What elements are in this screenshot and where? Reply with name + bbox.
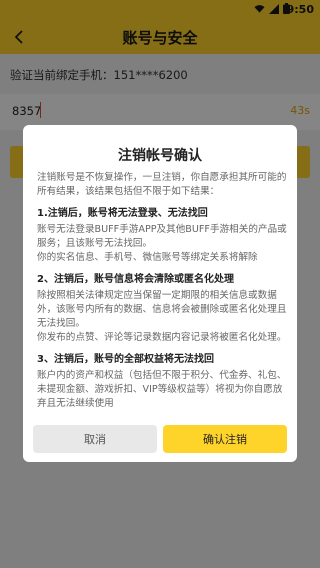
dialog-title: 注销帐号确认 <box>118 148 202 164</box>
section-paragraph: 账户内的资产和权益（包括但不限于积分、代金券、礼包、未提现金额、游戏折扣、VIP… <box>37 370 287 409</box>
section-paragraph: 账号无法登录BUFF手游APP及其他BUFF手游相关的产品或服务；且该账号无法找… <box>37 224 287 249</box>
account-deletion-dialog: 注销帐号确认 注销账号是不恢复操作，一旦注销，你自愿承担其所可能的所有结果，该结… <box>23 125 297 462</box>
section-paragraph: 你发布的点赞、评论等记录数据内容记录将被匿名化处理。 <box>37 332 287 343</box>
section-paragraph: 你的实名信息、手机号、微信账号等绑定关系将解除 <box>37 252 258 263</box>
confirm-deletion-button[interactable]: 确认注销 <box>163 425 287 453</box>
section-paragraph: 除按照相关法律规定应当保留一定期限的相关信息或数据外，该账号内所有的数据、信息将… <box>37 290 287 329</box>
cancel-button[interactable]: 取消 <box>33 425 157 453</box>
dialog-body: 注销账号是不恢复操作，一旦注销，你自愿承担其所可能的所有结果，该结果包括但不限于… <box>37 171 287 411</box>
section-heading: 3、注销后，账号的全部权益将无法找回 <box>37 354 214 365</box>
section-heading: 2、注销后，账号信息将会清除或匿名化处理 <box>37 274 234 285</box>
dialog-intro: 注销账号是不恢复操作，一旦注销，你自愿承担其所可能的所有结果，该结果包括但不限于… <box>37 172 287 197</box>
section-heading: 1.注销后，账号将无法登录、无法找回 <box>37 208 208 219</box>
